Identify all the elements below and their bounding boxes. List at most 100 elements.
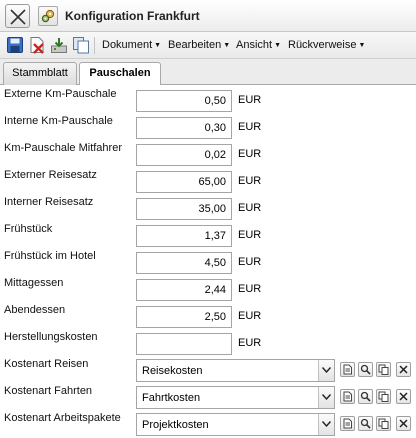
close-icon xyxy=(10,9,26,25)
form-row: Interne Km-Pauschale 0,30 EUR xyxy=(0,112,416,139)
pauschalen-form: Externe Km-Pauschale 0,50 EUR Interne Km… xyxy=(0,85,416,438)
field-label: Externe Km-Pauschale xyxy=(4,88,117,100)
clear-button[interactable] xyxy=(396,362,411,377)
form-row: Mittagessen 2,44 EUR xyxy=(0,274,416,301)
clear-button[interactable] xyxy=(396,389,411,404)
unit-label: EUR xyxy=(238,202,262,214)
field-label: Frühstück xyxy=(4,223,53,235)
fruehstueck-input[interactable]: 1,37 xyxy=(136,225,232,247)
kostenart-reisen-select[interactable]: Reisekosten xyxy=(136,359,335,382)
dropdown-button[interactable] xyxy=(318,360,334,381)
delete-icon[interactable] xyxy=(28,36,46,54)
new-button[interactable] xyxy=(340,389,355,404)
form-row: Interner Reisesatz 35,00 EUR xyxy=(0,193,416,220)
copy-icon xyxy=(378,418,389,429)
copy-icon[interactable] xyxy=(72,36,90,54)
menu-dokument[interactable]: Dokument ▼ xyxy=(102,39,161,51)
search-icon xyxy=(360,391,371,402)
field-label: Abendessen xyxy=(4,304,66,316)
chevron-down-icon: ▼ xyxy=(154,42,162,49)
field-label: Herstellungskosten xyxy=(4,331,98,343)
new-document-icon xyxy=(343,391,352,402)
new-document-icon xyxy=(343,418,352,429)
unit-label: EUR xyxy=(238,256,262,268)
save-icon[interactable] xyxy=(6,36,24,54)
toolbar-separator xyxy=(94,37,95,54)
dropdown-button[interactable] xyxy=(318,387,334,408)
form-row: Km-Pauschale Mitfahrer 0,02 EUR xyxy=(0,139,416,166)
unit-label: EUR xyxy=(238,94,262,106)
clear-icon xyxy=(399,392,408,401)
copy-button[interactable] xyxy=(376,389,391,404)
unit-label: EUR xyxy=(238,121,262,133)
interne-km-pauschale-input[interactable]: 0,30 xyxy=(136,117,232,139)
window-title: Konfiguration Frankfurt xyxy=(65,9,200,23)
fruehstueck-im-hotel-input[interactable]: 4,50 xyxy=(136,252,232,274)
field-label: Kostenart Arbeitspakete xyxy=(4,412,121,424)
clear-button[interactable] xyxy=(396,416,411,431)
export-icon[interactable] xyxy=(50,36,68,54)
configuration-button[interactable] xyxy=(38,6,58,26)
unit-label: EUR xyxy=(238,310,262,322)
form-row: Kostenart Reisen Reisekosten xyxy=(0,355,416,382)
kostenart-fahrten-select[interactable]: Fahrtkosten xyxy=(136,386,335,409)
select-value: Reisekosten xyxy=(142,365,203,377)
field-label: Externer Reisesatz xyxy=(4,169,97,181)
field-label: Kostenart Reisen xyxy=(4,358,89,370)
field-label: Km-Pauschale Mitfahrer xyxy=(4,142,122,154)
form-row: Frühstück im Hotel 4,50 EUR xyxy=(0,247,416,274)
form-row: Abendessen 2,50 EUR xyxy=(0,301,416,328)
search-icon xyxy=(360,364,371,375)
unit-label: EUR xyxy=(238,337,262,349)
externe-km-pauschale-input[interactable]: 0,50 xyxy=(136,90,232,112)
abendessen-input[interactable]: 2,50 xyxy=(136,306,232,328)
form-row: Externer Reisesatz 65,00 EUR xyxy=(0,166,416,193)
new-button[interactable] xyxy=(340,362,355,377)
copy-button[interactable] xyxy=(376,416,391,431)
select-value: Fahrtkosten xyxy=(142,392,201,404)
toolbar: Dokument ▼ Bearbeiten ▼ Ansicht ▼ Rückverwe… xyxy=(0,32,416,59)
herstellungskosten-input[interactable] xyxy=(136,333,232,355)
search-button[interactable] xyxy=(358,389,373,404)
new-document-icon xyxy=(343,364,352,375)
mittagessen-input[interactable]: 2,44 xyxy=(136,279,232,301)
chevron-down-icon: ▼ xyxy=(223,42,231,49)
field-label: Kostenart Fahrten xyxy=(4,385,93,397)
menu-rueckverweise[interactable]: Rückverweise ▼ xyxy=(288,39,365,51)
field-label: Mittagessen xyxy=(4,277,64,289)
close-button[interactable] xyxy=(5,4,30,28)
chevron-down-icon: ▼ xyxy=(358,42,366,49)
form-row: Externe Km-Pauschale 0,50 EUR xyxy=(0,85,416,112)
kostenart-arbeitspakete-select[interactable]: Projektkosten xyxy=(136,413,335,436)
externer-reisesatz-input[interactable]: 65,00 xyxy=(136,171,232,193)
interner-reisesatz-input[interactable]: 35,00 xyxy=(136,198,232,220)
unit-label: EUR xyxy=(238,283,262,295)
title-bar: Konfiguration Frankfurt xyxy=(0,0,416,32)
new-button[interactable] xyxy=(340,416,355,431)
tab-stammblatt[interactable]: Stammblatt xyxy=(3,62,77,85)
km-pauschale-mitfahrer-input[interactable]: 0,02 xyxy=(136,144,232,166)
copy-button[interactable] xyxy=(376,362,391,377)
search-button[interactable] xyxy=(358,362,373,377)
search-icon xyxy=(360,418,371,429)
clear-icon xyxy=(399,365,408,374)
chevron-down-icon: ▼ xyxy=(274,42,282,49)
field-label: Frühstück im Hotel xyxy=(4,250,96,262)
unit-label: EUR xyxy=(238,148,262,160)
field-label: Interne Km-Pauschale xyxy=(4,115,113,127)
unit-label: EUR xyxy=(238,175,262,187)
dropdown-button[interactable] xyxy=(318,414,334,435)
chevron-down-icon xyxy=(322,367,331,373)
menu-bearbeiten[interactable]: Bearbeiten ▼ xyxy=(168,39,230,51)
tab-pauschalen[interactable]: Pauschalen xyxy=(79,62,161,86)
form-row: Herstellungskosten EUR xyxy=(0,328,416,355)
search-button[interactable] xyxy=(358,416,373,431)
gears-icon xyxy=(41,9,55,23)
clear-icon xyxy=(399,419,408,428)
chevron-down-icon xyxy=(322,421,331,427)
form-row: Frühstück 1,37 EUR xyxy=(0,220,416,247)
form-row: Kostenart Arbeitspakete Projektkosten xyxy=(0,409,416,436)
menu-ansicht[interactable]: Ansicht ▼ xyxy=(236,39,281,51)
chevron-down-icon xyxy=(322,394,331,400)
copy-icon xyxy=(378,391,389,402)
